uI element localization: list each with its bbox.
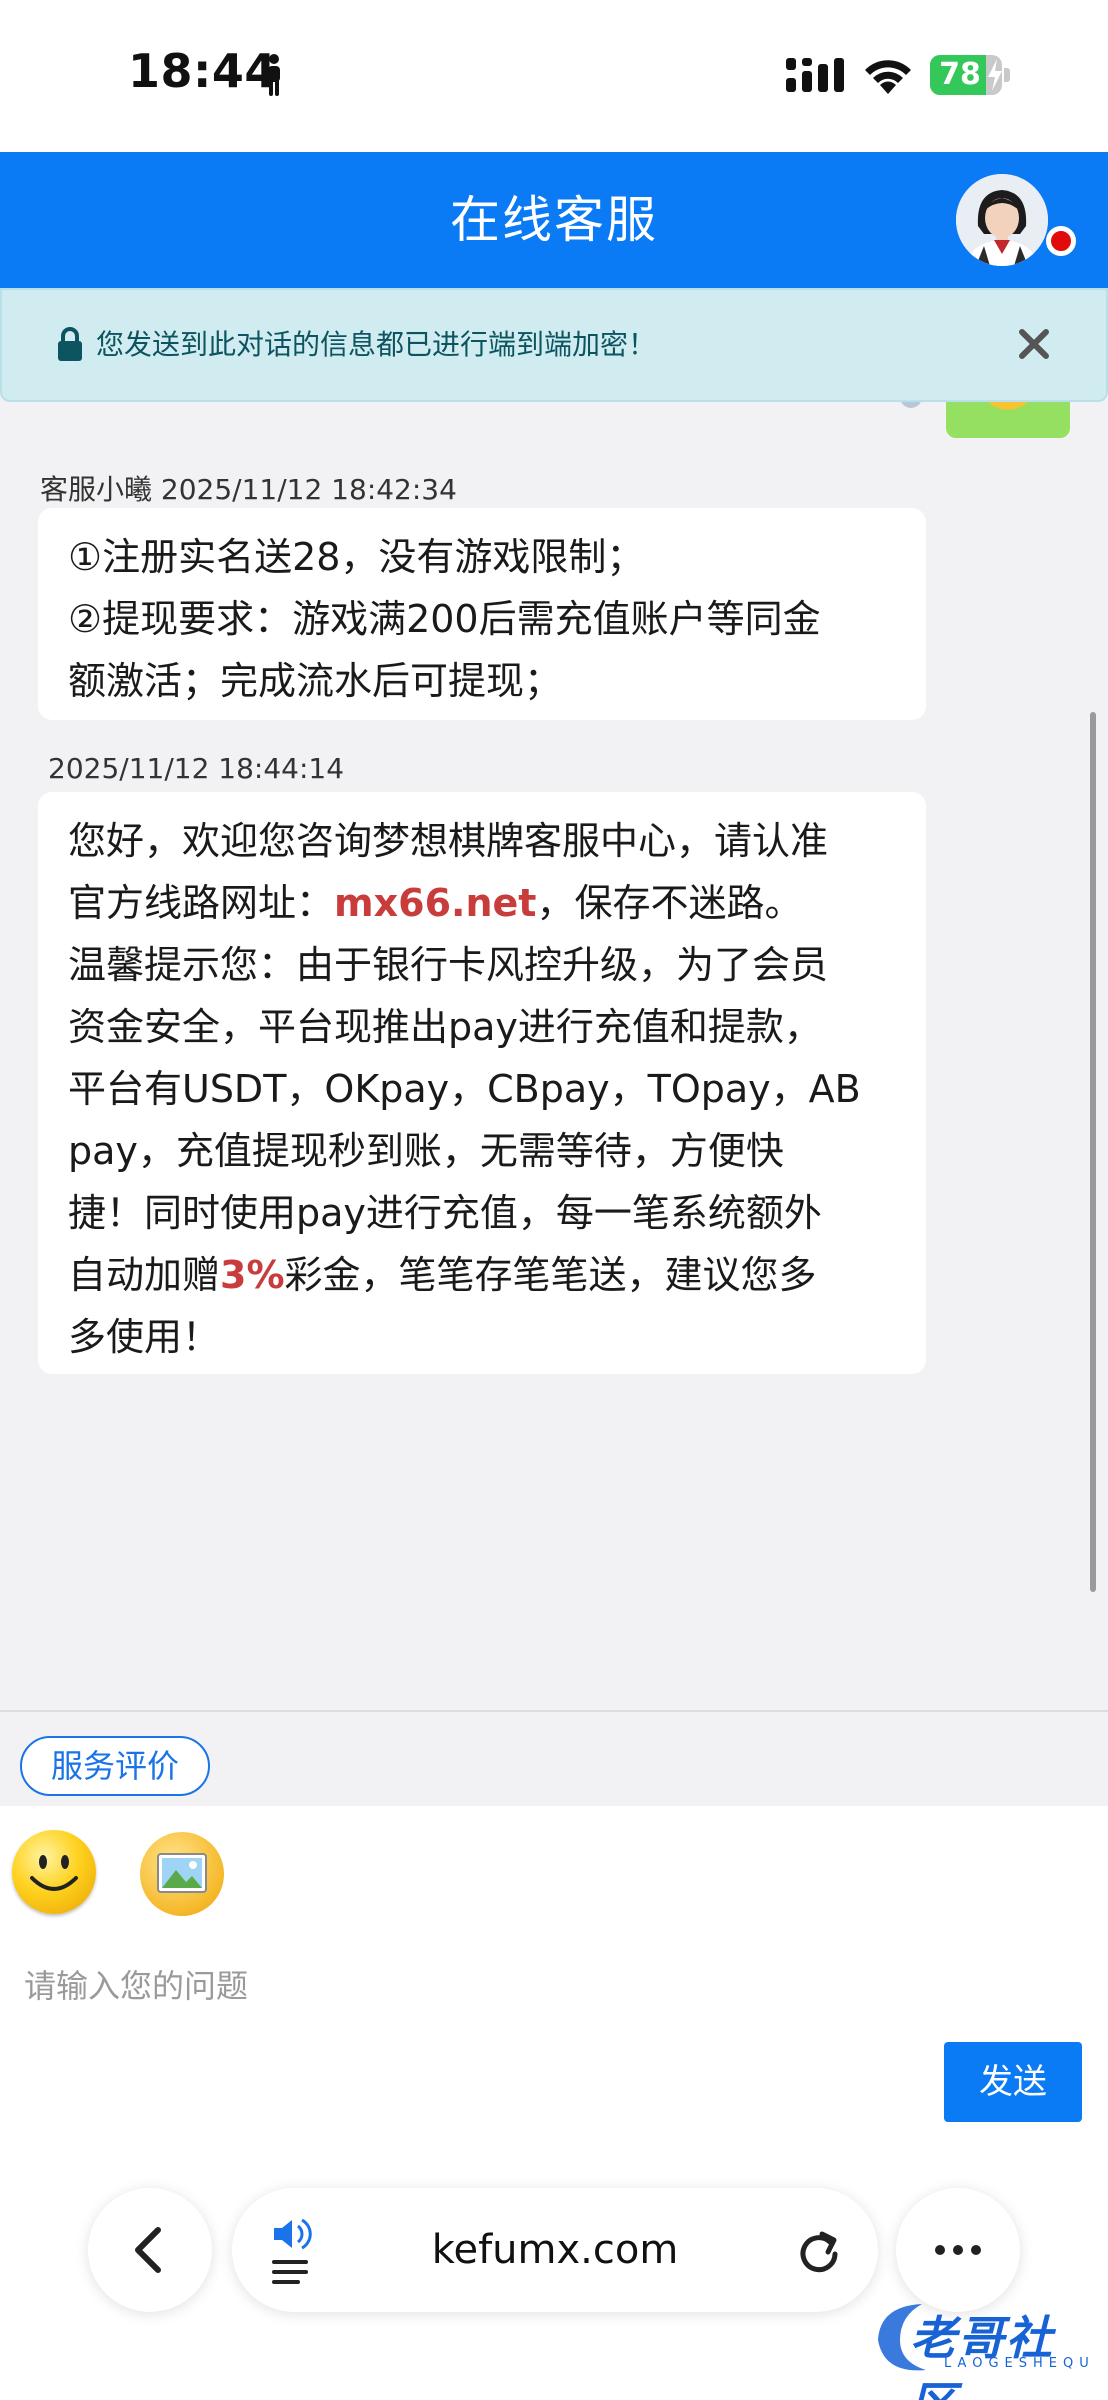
composer: 发送 (0, 1806, 1108, 2186)
encryption-notice-text: 您发送到此对话的信息都已进行端到端加密！ (96, 328, 657, 361)
message-line: 资金安全，平台现推出pay进行充值和提款， (68, 1005, 822, 1049)
message-bubble: ①注册实名送28，没有游戏限制； ②提现要求：游戏满200后需充值账户等同金 额… (38, 508, 926, 720)
message-line: ①注册实名送28，没有游戏限制； (68, 535, 645, 579)
wifi-icon (865, 60, 911, 94)
image-icon (157, 1853, 207, 1893)
close-icon[interactable] (1016, 326, 1052, 362)
bonus-percent: 3% (220, 1253, 285, 1297)
message-line: 您好，欢迎您咨询梦想棋牌客服中心，请认准 (68, 819, 829, 863)
message-line: 捷！同时使用pay进行充值，每一笔系统额外 (68, 1191, 822, 1235)
watermark-subtext: LAOGESHEQU (944, 2356, 1095, 2371)
message-line: ②提现要求：游戏满200后需充值账户等同金 (68, 597, 821, 641)
person-icon (268, 54, 280, 96)
chat-scrollbar[interactable] (1090, 712, 1096, 1592)
service-rating-button[interactable]: 服务评价 (20, 1736, 210, 1796)
chat-header: 在线客服 (0, 152, 1108, 288)
address-bar[interactable]: kefumx.com (232, 2188, 878, 2312)
message-bubble: 您好，欢迎您咨询梦想棋牌客服中心，请认准 官方线路网址：mx66.net，保存不… (38, 792, 926, 1374)
watermark-logo: 老哥社区 LAOGESHEQU (870, 2296, 1096, 2400)
agent-avatar-image (956, 174, 1048, 266)
emoji-button[interactable] (12, 1830, 96, 1914)
chevron-left-icon (135, 2227, 161, 2273)
message-meta: 2025/11/12 18:44:14 (48, 752, 345, 785)
online-status-dot (1046, 226, 1076, 256)
lock-icon (58, 327, 82, 361)
more-dots-icon (935, 2245, 981, 2255)
smile-emoji-icon (30, 1855, 78, 1891)
image-upload-button[interactable] (140, 1832, 224, 1916)
previous-user-message (946, 402, 1070, 438)
status-time: 18:44 (128, 44, 277, 98)
send-button[interactable]: 发送 (944, 2042, 1082, 2122)
message-line: 多使用！ (68, 1315, 221, 1359)
message-line: 温馨提示您：由于银行卡风控升级，为了会员 (68, 943, 829, 987)
battery-percent: 78 (939, 57, 981, 92)
cellular-signal-icon (786, 58, 844, 92)
more-options-button[interactable] (896, 2188, 1020, 2312)
url-text: kefumx.com (431, 2227, 679, 2273)
message-line: 自动加赠3%彩金，笔笔存笔笔送，建议您多 (68, 1253, 817, 1297)
rating-bar: 服务评价 (0, 1710, 1108, 1806)
watermark-text: 老哥社区 (910, 2311, 1054, 2400)
message-meta: 客服小曦 2025/11/12 18:42:34 (40, 473, 457, 506)
smile-emoji-icon (980, 402, 1036, 410)
page-title: 在线客服 (450, 191, 658, 249)
chat-area[interactable]: 客服小曦 2025/11/12 18:42:34 ①注册实名送28，没有游戏限制… (0, 402, 1108, 1710)
message-input[interactable] (24, 1936, 1084, 2036)
back-button[interactable] (88, 2188, 212, 2312)
message-line: 官方线路网址：mx66.net，保存不迷路。 (68, 881, 803, 925)
message-line: 额激活；完成流水后可提现； (68, 659, 563, 703)
status-bar: 18:44 78 (0, 0, 1108, 152)
message-line: 平台有USDT，OKpay，CBpay，TOpay，AB (68, 1067, 861, 1111)
encryption-notice: 您发送到此对话的信息都已进行端到端加密！ (0, 288, 1108, 402)
agent-avatar[interactable] (956, 174, 1048, 266)
charging-bolt-icon (988, 59, 1002, 91)
reload-icon[interactable] (794, 2224, 844, 2276)
battery-indicator: 78 (930, 55, 1010, 95)
website-link[interactable]: mx66.net (334, 881, 536, 925)
message-line: pay，充值提现秒到账，无需等待，方便快 (68, 1129, 784, 1173)
